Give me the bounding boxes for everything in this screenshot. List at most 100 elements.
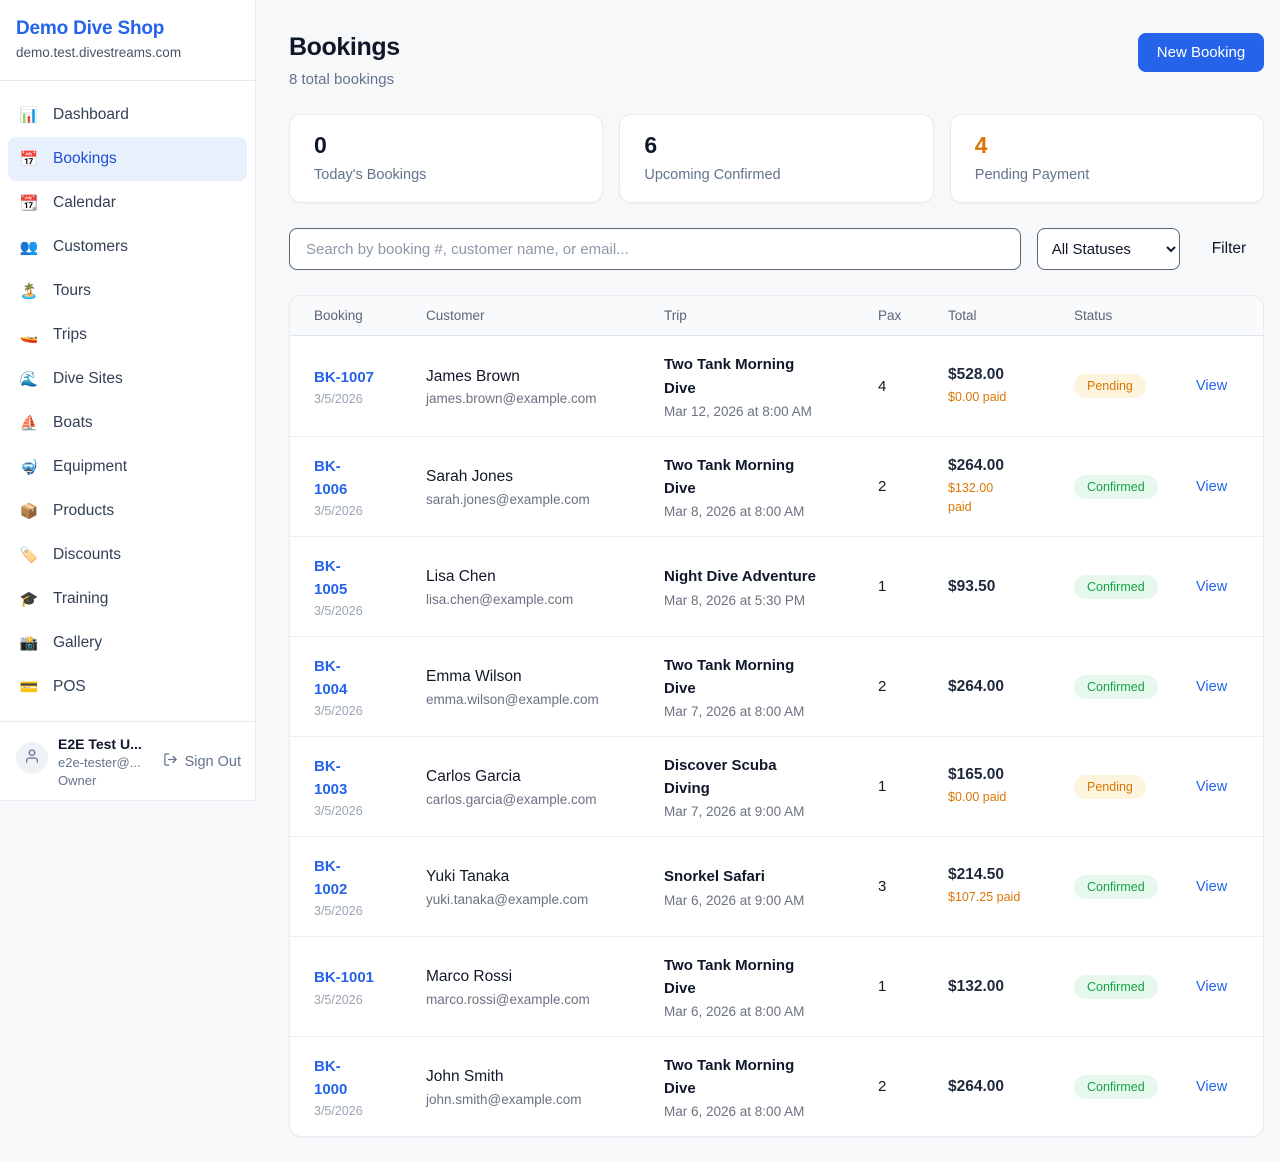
paid-amount: $0.00 paid <box>948 388 1062 407</box>
trip-cell: Discover Scuba Diving Mar 7, 2026 at 9:0… <box>664 754 878 820</box>
total-cell: $264.00 $132.00 paid <box>948 457 1074 517</box>
booking-date: 3/5/2026 <box>314 604 414 618</box>
stat-card-pending-payment: 4 Pending Payment <box>950 114 1264 203</box>
booking-date: 3/5/2026 <box>314 392 414 406</box>
status-badge: Confirmed <box>1074 575 1158 599</box>
sidebar-item-discounts[interactable]: 🏷️ Discounts <box>8 533 247 577</box>
total-cell: $264.00 <box>948 678 1074 696</box>
status-filter-select[interactable]: All Statuses <box>1037 228 1180 270</box>
booking-link[interactable]: BK-1007 <box>314 366 374 389</box>
col-header-actions <box>1196 308 1239 323</box>
total-cell: $132.00 <box>948 978 1074 996</box>
trip-datetime: Mar 8, 2026 at 8:00 AM <box>664 504 866 519</box>
trip-datetime: Mar 6, 2026 at 8:00 AM <box>664 1004 866 1019</box>
booking-link[interactable]: BK- 1000 <box>314 1055 347 1102</box>
booking-cell: BK- 1002 3/5/2026 <box>314 855 426 919</box>
table-row: BK- 1004 3/5/2026 Emma Wilson emma.wilso… <box>290 636 1263 736</box>
user-name: E2E Test U... <box>58 736 142 752</box>
dive-sites-icon: 🌊 <box>18 370 40 388</box>
sidebar-item-dive-sites[interactable]: 🌊 Dive Sites <box>8 357 247 401</box>
view-link[interactable]: View <box>1196 579 1227 595</box>
sidebar-item-dashboard[interactable]: 📊 Dashboard <box>8 93 247 137</box>
trip-datetime: Mar 6, 2026 at 9:00 AM <box>664 893 866 908</box>
customer-email: sarah.jones@example.com <box>426 492 652 507</box>
bookings-table: Booking Customer Trip Pax Total Status B… <box>289 295 1264 1137</box>
sidebar-item-tours[interactable]: 🏝️ Tours <box>8 269 247 313</box>
booking-link[interactable]: BK- 1005 <box>314 555 347 602</box>
discounts-icon: 🏷️ <box>18 546 40 564</box>
main-header: Bookings 8 total bookings New Booking <box>289 33 1264 88</box>
bookings-icon: 📅 <box>18 150 40 168</box>
view-link[interactable]: View <box>1196 679 1227 695</box>
trip-cell: Night Dive Adventure Mar 8, 2026 at 5:30… <box>664 565 878 607</box>
table-row: BK- 1002 3/5/2026 Yuki Tanaka yuki.tanak… <box>290 836 1263 936</box>
customer-name: Carlos Garcia <box>426 766 652 788</box>
trip-cell: Two Tank Morning Dive Mar 6, 2026 at 8:0… <box>664 1054 878 1120</box>
status-badge: Pending <box>1074 374 1146 398</box>
new-booking-button[interactable]: New Booking <box>1138 33 1264 72</box>
sidebar-item-calendar[interactable]: 📆 Calendar <box>8 181 247 225</box>
view-link[interactable]: View <box>1196 979 1227 995</box>
booking-link[interactable]: BK-1001 <box>314 966 374 989</box>
page: Demo Dive Shop demo.test.divestreams.com… <box>0 0 1280 1162</box>
trip-cell: Two Tank Morning Dive Mar 7, 2026 at 8:0… <box>664 654 878 720</box>
sidebar-item-gallery[interactable]: 📸 Gallery <box>8 621 247 665</box>
total-amount: $93.50 <box>948 578 1062 596</box>
booking-link[interactable]: BK- 1006 <box>314 455 347 502</box>
user-meta: E2E Test U... e2e-tester@... Owner <box>58 736 142 788</box>
customer-name: John Smith <box>426 1066 652 1088</box>
trip-name: Two Tank Morning Dive <box>664 1054 866 1101</box>
customer-email: yuki.tanaka@example.com <box>426 892 652 907</box>
booking-link[interactable]: BK- 1003 <box>314 755 347 802</box>
actions-cell: View <box>1196 1078 1239 1096</box>
booking-date: 3/5/2026 <box>314 993 414 1007</box>
dashboard-icon: 📊 <box>18 106 40 124</box>
status-cell: Confirmed <box>1074 875 1196 899</box>
pax-cell: 4 <box>878 378 948 395</box>
customer-cell: John Smith john.smith@example.com <box>426 1066 664 1107</box>
sidebar-item-customers[interactable]: 👥 Customers <box>8 225 247 269</box>
sidebar-item-pos[interactable]: 💳 POS <box>8 665 247 709</box>
sidebar-item-trips[interactable]: 🚤 Trips <box>8 313 247 357</box>
customer-name: Marco Rossi <box>426 966 652 988</box>
paid-amount: $107.25 paid <box>948 888 1062 907</box>
trip-name: Two Tank Morning Dive <box>664 654 866 701</box>
sidebar-item-equipment[interactable]: 🤿 Equipment <box>8 445 247 489</box>
status-badge: Confirmed <box>1074 975 1158 999</box>
status-cell: Confirmed <box>1074 1075 1196 1099</box>
col-header-booking: Booking <box>314 308 426 323</box>
search-input[interactable] <box>289 228 1021 270</box>
customer-cell: Emma Wilson emma.wilson@example.com <box>426 666 664 707</box>
sidebar: Demo Dive Shop demo.test.divestreams.com… <box>0 0 256 801</box>
booking-date: 3/5/2026 <box>314 704 414 718</box>
sidebar-item-products[interactable]: 📦 Products <box>8 489 247 533</box>
customer-cell: Marco Rossi marco.rossi@example.com <box>426 966 664 1007</box>
stat-value: 6 <box>644 132 908 159</box>
tours-icon: 🏝️ <box>18 282 40 300</box>
col-header-total: Total <box>948 308 1074 323</box>
view-link[interactable]: View <box>1196 879 1227 895</box>
customer-cell: Yuki Tanaka yuki.tanaka@example.com <box>426 866 664 907</box>
trip-cell: Two Tank Morning Dive Mar 6, 2026 at 8:0… <box>664 954 878 1020</box>
sign-out-button[interactable]: Sign Out <box>163 752 241 771</box>
view-link[interactable]: View <box>1196 1079 1227 1095</box>
view-link[interactable]: View <box>1196 479 1227 495</box>
filter-button[interactable]: Filter <box>1196 240 1264 258</box>
total-cell: $93.50 <box>948 578 1074 596</box>
customer-name: Sarah Jones <box>426 466 652 488</box>
view-link[interactable]: View <box>1196 378 1227 394</box>
sidebar-item-boats[interactable]: ⛵ Boats <box>8 401 247 445</box>
booking-date: 3/5/2026 <box>314 904 414 918</box>
stat-label: Pending Payment <box>975 167 1239 183</box>
page-title: Bookings <box>289 33 400 62</box>
col-header-trip: Trip <box>664 308 878 323</box>
pos-icon: 💳 <box>18 678 40 696</box>
sidebar-item-bookings[interactable]: 📅 Bookings <box>8 137 247 181</box>
actions-cell: View <box>1196 678 1239 696</box>
table-header: Booking Customer Trip Pax Total Status <box>290 296 1263 336</box>
total-amount: $528.00 <box>948 366 1062 384</box>
sidebar-item-training[interactable]: 🎓 Training <box>8 577 247 621</box>
booking-link[interactable]: BK- 1004 <box>314 655 347 702</box>
view-link[interactable]: View <box>1196 779 1227 795</box>
booking-link[interactable]: BK- 1002 <box>314 855 347 902</box>
